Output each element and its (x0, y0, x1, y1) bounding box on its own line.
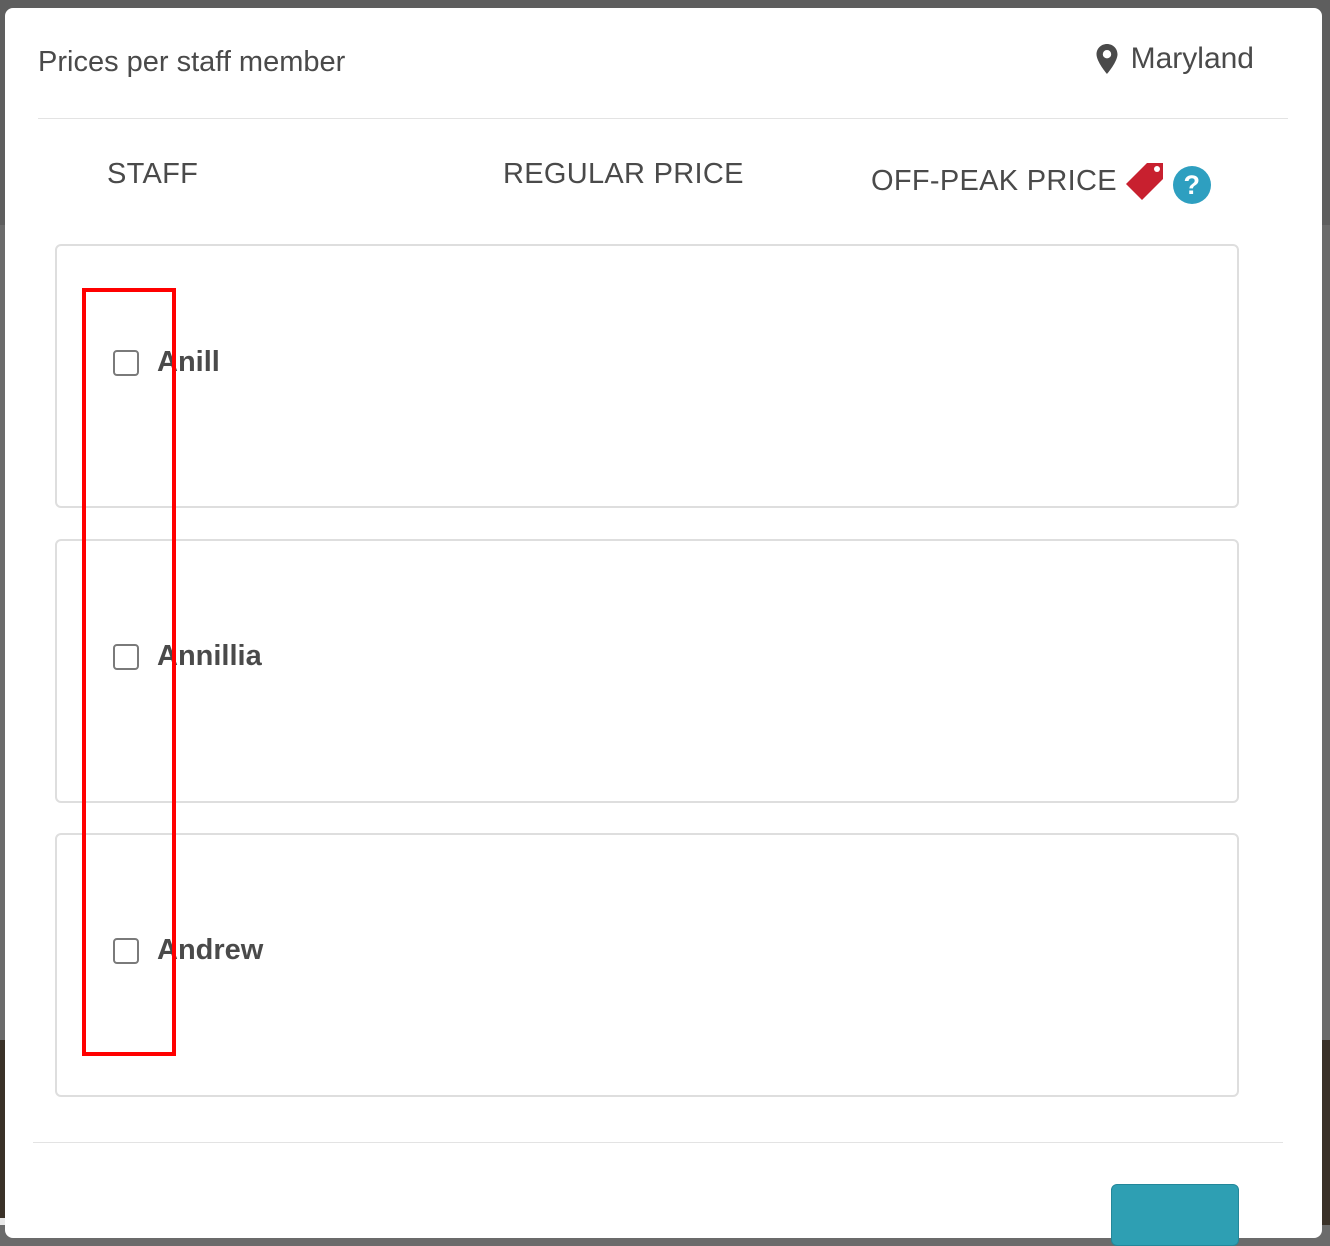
save-button[interactable] (1111, 1184, 1239, 1246)
modal-title: Prices per staff member (38, 46, 346, 78)
staff-name: Annillia (157, 640, 262, 672)
map-pin-icon (1096, 44, 1118, 74)
column-header-staff: STAFF (107, 158, 199, 190)
staff-row-annillia[interactable]: Annillia (55, 539, 1239, 803)
off-peak-label: OFF-PEAK PRICE (871, 164, 1117, 197)
staff-row-andrew[interactable]: Andrew (55, 833, 1239, 1097)
staff-name: Andrew (157, 934, 264, 966)
footer-divider (33, 1142, 1283, 1143)
modal-header: Prices per staff member Maryland (38, 8, 1288, 119)
staff-row-anill[interactable]: Anill (55, 244, 1239, 508)
staff-checkbox-anill[interactable] (113, 350, 139, 376)
location-name: Maryland (1130, 42, 1254, 75)
location-indicator: Maryland (1095, 42, 1254, 76)
column-header-off-peak-price: OFF-PEAK PRICE ? (871, 158, 1211, 204)
column-header-regular-price: REGULAR PRICE (503, 158, 744, 190)
price-tag-icon (1125, 163, 1163, 200)
staff-name: Anill (157, 346, 220, 378)
staff-checkbox-andrew[interactable] (113, 938, 139, 964)
question-mark-icon[interactable]: ? (1172, 166, 1211, 204)
staff-checkbox-annillia[interactable] (113, 644, 139, 670)
